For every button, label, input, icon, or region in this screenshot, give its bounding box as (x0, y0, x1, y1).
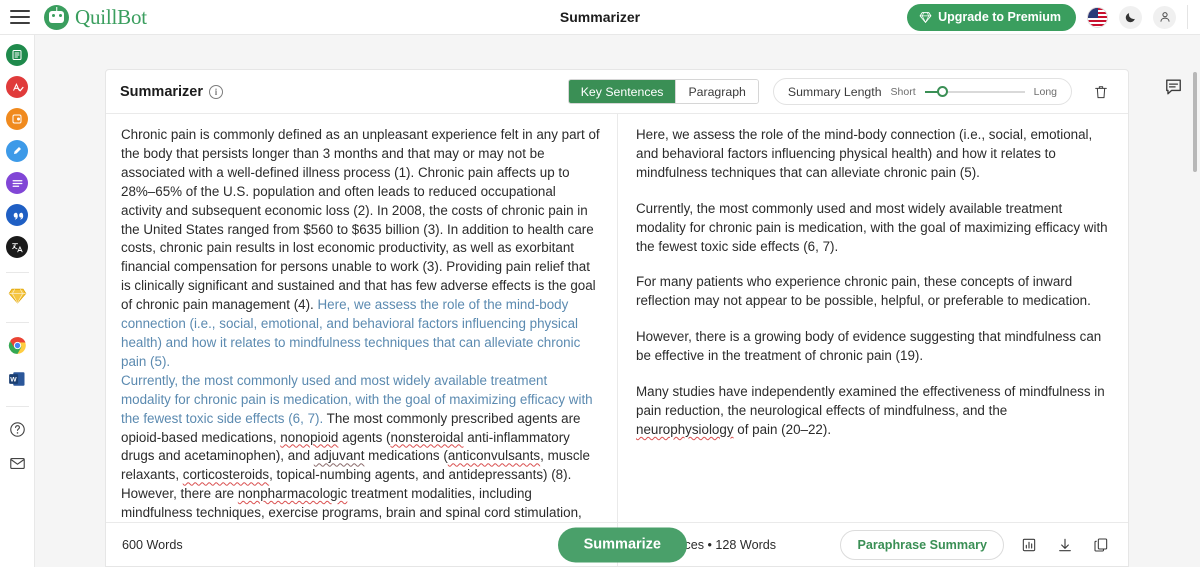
diamond-icon (8, 288, 26, 304)
spellcheck-word-1[interactable]: nonopioid (280, 430, 338, 445)
feedback-button[interactable] (1159, 73, 1187, 99)
quillbot-brand-logo[interactable]: QuillBot (44, 4, 147, 30)
sidebar-item-chrome-extension[interactable] (6, 334, 28, 356)
copy-icon (1094, 537, 1108, 552)
paraphrase-summary-button[interactable]: Paraphrase Summary (840, 529, 1004, 560)
spellcheck-word-3[interactable]: adjuvant (314, 448, 365, 463)
tab-paragraph[interactable]: Paragraph (675, 80, 758, 103)
grammar-check-icon (12, 82, 24, 91)
output-action-group: Paraphrase Summary (840, 529, 1112, 560)
card-title-group: Summarizer i (120, 83, 224, 100)
summary-last-pre: Many studies have independently examined… (636, 384, 1105, 418)
spellcheck-word-5[interactable]: corticosteroids (183, 467, 269, 482)
sidebar-item-co-writer[interactable] (6, 140, 28, 162)
sidebar-divider-1 (5, 272, 29, 273)
summary-paragraph-last: Many studies have independently examined… (636, 383, 1108, 440)
input-para-part-1: Chronic pain is commonly defined as an u… (121, 127, 600, 313)
info-icon[interactable]: i (209, 84, 224, 99)
mail-icon (9, 457, 25, 469)
moon-icon (1125, 12, 1135, 22)
card-title: Summarizer (120, 83, 204, 100)
sidebar-item-plagiarism-checker[interactable] (6, 108, 28, 130)
trash-icon (1095, 85, 1107, 98)
sidebar-divider-3 (5, 406, 29, 407)
slider-thumb[interactable] (936, 85, 948, 97)
spellcheck-word-neurophysiology[interactable]: neurophysiology (636, 422, 734, 437)
summary-length-control: Summary Length Short Long (772, 78, 1072, 105)
spellcheck-word-6[interactable]: nonpharmacologic (238, 486, 347, 501)
summary-output-content: Here, we assess the role of the mind-bod… (618, 114, 1128, 440)
sidebar-item-help[interactable] (6, 418, 28, 440)
sidebar-divider-2 (5, 322, 29, 323)
topbar-divider (1187, 5, 1188, 29)
input-para-part-3: agents ( (338, 429, 391, 445)
copy-button[interactable] (1090, 534, 1112, 556)
quillbot-mascot-icon (44, 4, 69, 30)
pen-icon (14, 147, 21, 154)
tab-key-sentences[interactable]: Key Sentences (568, 80, 676, 103)
input-text-pane[interactable]: Chronic pain is commonly defined as an u… (106, 114, 618, 522)
feedback-icon (1165, 78, 1181, 94)
summary-paragraph: Here, we assess the role of the mind-bod… (636, 127, 1093, 180)
workspace-area: Summarizer i Key Sentences Paragraph Sum… (35, 35, 1200, 567)
summarizer-icon (12, 179, 22, 187)
quote-icon (13, 212, 23, 220)
sidebar-item-grammar-checker[interactable] (6, 76, 28, 98)
upgrade-to-premium-button[interactable]: Upgrade to Premium (907, 3, 1076, 31)
slider-short-label: Short (890, 85, 916, 98)
input-text-content[interactable]: Chronic pain is commonly defined as an u… (106, 114, 617, 522)
bar-chart-icon (1022, 538, 1036, 551)
page-scrollbar[interactable] (1193, 72, 1197, 172)
top-navigation-bar: QuillBot Summarizer Upgrade to Premium (0, 0, 1200, 35)
card-footer: 600 Words Summarize 5 Sentences • 128 Wo… (106, 522, 1128, 566)
output-footer: 5 Sentences • 128 Words Paraphrase Summa… (618, 523, 1128, 566)
brand-name: QuillBot (75, 4, 147, 29)
card-toolbar: Summarizer i Key Sentences Paragraph Sum… (106, 70, 1128, 114)
download-icon (1059, 538, 1071, 551)
svg-text:W: W (10, 376, 17, 383)
left-sidebar-rail: W (0, 35, 35, 567)
paraphraser-icon (12, 50, 22, 60)
summary-output-pane[interactable]: Here, we assess the role of the mind-bod… (618, 114, 1128, 522)
input-para-part-5: medications ( (364, 448, 448, 464)
download-button[interactable] (1054, 534, 1076, 556)
summarize-button[interactable]: Summarize (557, 527, 687, 562)
translate-icon (11, 242, 23, 252)
sidebar-item-premium[interactable] (6, 284, 28, 306)
help-circle-icon (9, 421, 25, 437)
summary-length-label: Summary Length (787, 84, 882, 99)
upgrade-label: Upgrade to Premium (938, 10, 1061, 24)
chrome-extension-icon (8, 336, 26, 354)
input-word-count: 600 Words (122, 537, 183, 552)
sidebar-item-citation-generator[interactable] (6, 204, 28, 226)
summary-length-slider[interactable] (924, 85, 1025, 97)
account-avatar-button[interactable] (1153, 5, 1176, 29)
word-extension-icon: W (9, 372, 25, 386)
sidebar-item-summarizer[interactable] (6, 172, 28, 194)
statistics-button[interactable] (1018, 534, 1040, 556)
person-icon (1159, 12, 1170, 22)
us-flag-icon[interactable] (1087, 6, 1108, 28)
summary-last-post: of pain (20–22). (733, 421, 832, 437)
delete-text-button[interactable] (1088, 79, 1114, 105)
input-footer: 600 Words Summarize (106, 523, 687, 566)
mode-tab-group: Key Sentences Paragraph (567, 79, 759, 104)
editor-panes: Chronic pain is commonly defined as an u… (106, 114, 1128, 522)
plagiarism-icon (12, 114, 22, 124)
sidebar-item-mail[interactable] (6, 452, 28, 474)
diamond-icon (919, 11, 932, 23)
summary-paragraph: Currently, the most commonly used and mo… (636, 200, 1108, 254)
dark-mode-toggle[interactable] (1119, 5, 1142, 29)
sidebar-item-paraphraser[interactable] (6, 44, 28, 66)
spellcheck-word-4[interactable]: anticonvulsants (448, 448, 540, 463)
summary-paragraph: For many patients who experience chronic… (636, 274, 1091, 309)
slider-long-label: Long (1033, 85, 1057, 98)
spellcheck-word-2[interactable]: nonsteroidal (391, 430, 464, 445)
sidebar-item-word-extension[interactable]: W (6, 368, 28, 390)
sidebar-item-translator[interactable] (6, 236, 28, 258)
hamburger-menu-icon[interactable] (10, 10, 30, 24)
summarizer-card: Summarizer i Key Sentences Paragraph Sum… (105, 69, 1129, 567)
summary-paragraph: However, there is a growing body of evid… (636, 329, 1102, 364)
